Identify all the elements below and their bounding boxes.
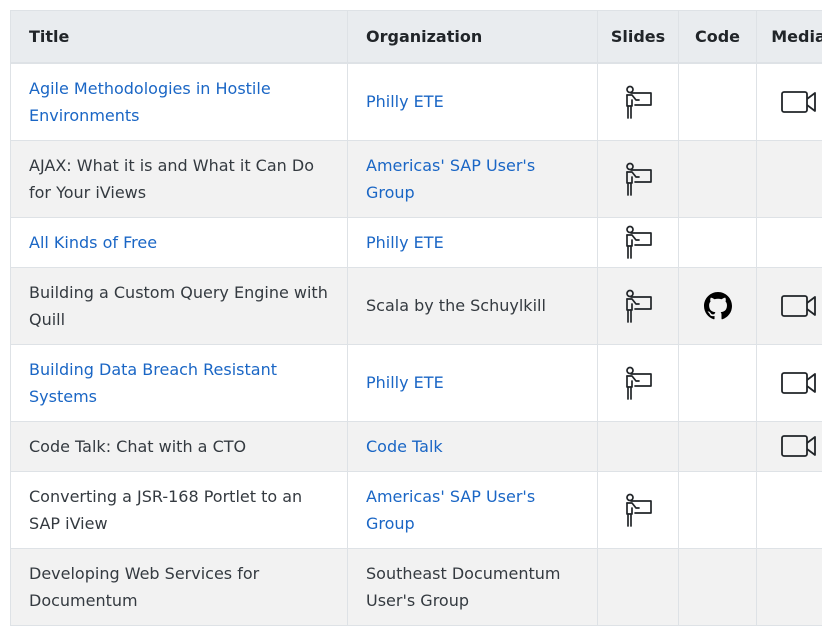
talks-page: Title Organization Slides Code Media Agi…: [0, 0, 822, 632]
media-cell: [756, 266, 822, 345]
talks-table: Title Organization Slides Code Media Agi…: [10, 10, 822, 626]
organization-cell: Code Talk: [347, 420, 598, 472]
talk-title-link[interactable]: Building Data Breach Resistant Systems: [29, 360, 277, 406]
talk-title: AJAX: What it is and What it Can Do for …: [29, 155, 314, 202]
title-cell: Building Data Breach Resistant Systems: [10, 343, 348, 422]
code-cell: [678, 470, 757, 549]
talk-title-link[interactable]: Agile Methodologies in Hostile Environme…: [29, 79, 271, 125]
title-cell: AJAX: What it is and What it Can Do for …: [10, 139, 348, 218]
slides-cell: [597, 420, 679, 472]
video-camera-icon[interactable]: [779, 88, 819, 116]
code-cell: [678, 343, 757, 422]
presentation-icon[interactable]: [620, 224, 656, 260]
talk-title: Building a Custom Query Engine with Quil…: [29, 282, 328, 329]
video-camera-icon[interactable]: [779, 292, 819, 320]
media-cell: [756, 470, 822, 549]
slides-cell: [597, 62, 679, 141]
header-media: Media: [756, 10, 822, 64]
talk-title: Developing Web Services for Documentum: [29, 563, 260, 610]
slides-cell: [597, 139, 679, 218]
slides-cell: [597, 470, 679, 549]
organization-cell: Philly ETE: [347, 62, 598, 141]
media-cell: [756, 343, 822, 422]
table-row: Code Talk: Chat with a CTO Code Talk: [10, 420, 822, 472]
organization-cell: Americas' SAP User's Group: [347, 470, 598, 549]
organization-cell: Scala by the Schuylkill: [347, 266, 598, 345]
code-cell: [678, 420, 757, 472]
table-row: Developing Web Services for Documentum So…: [10, 547, 822, 626]
talk-title-link[interactable]: All Kinds of Free: [29, 233, 157, 252]
table-body: Agile Methodologies in Hostile Environme…: [10, 62, 822, 626]
title-cell: Code Talk: Chat with a CTO: [10, 420, 348, 472]
header-title: Title: [10, 10, 348, 64]
media-cell: [756, 139, 822, 218]
video-camera-icon[interactable]: [779, 432, 819, 460]
media-cell: [756, 216, 822, 268]
table-row: AJAX: What it is and What it Can Do for …: [10, 139, 822, 218]
title-cell: Building a Custom Query Engine with Quil…: [10, 266, 348, 345]
organization-link[interactable]: Philly ETE: [366, 373, 444, 392]
github-icon[interactable]: [703, 291, 732, 320]
slides-cell: [597, 547, 679, 626]
organization-link[interactable]: Americas' SAP User's Group: [366, 156, 535, 202]
code-cell: [678, 216, 757, 268]
title-cell: Developing Web Services for Documentum: [10, 547, 348, 626]
title-cell: All Kinds of Free: [10, 216, 348, 268]
header-code: Code: [678, 10, 757, 64]
title-cell: Agile Methodologies in Hostile Environme…: [10, 62, 348, 141]
code-cell: [678, 139, 757, 218]
presentation-icon[interactable]: [620, 365, 656, 401]
media-cell: [756, 420, 822, 472]
header-organization: Organization: [347, 10, 598, 64]
talk-title: Code Talk: Chat with a CTO: [29, 436, 247, 456]
organization-cell: Philly ETE: [347, 343, 598, 422]
presentation-icon[interactable]: [620, 288, 656, 324]
organization-cell: Southeast Documentum User's Group: [347, 547, 598, 626]
organization-link[interactable]: Philly ETE: [366, 92, 444, 111]
table-row: Agile Methodologies in Hostile Environme…: [10, 62, 822, 141]
presentation-icon[interactable]: [620, 84, 656, 120]
table-row: Building a Custom Query Engine with Quil…: [10, 266, 822, 345]
video-camera-icon[interactable]: [779, 369, 819, 397]
presentation-icon[interactable]: [620, 161, 656, 197]
header-slides: Slides: [597, 10, 679, 64]
organization-cell: Philly ETE: [347, 216, 598, 268]
table-row: Converting a JSR-168 Portlet to an SAP i…: [10, 470, 822, 549]
organization-link[interactable]: Americas' SAP User's Group: [366, 487, 535, 533]
slides-cell: [597, 266, 679, 345]
talk-title: Converting a JSR-168 Portlet to an SAP i…: [29, 486, 303, 533]
organization-name: Southeast Documentum User's Group: [366, 563, 561, 610]
media-cell: [756, 62, 822, 141]
media-cell: [756, 547, 822, 626]
slides-cell: [597, 216, 679, 268]
code-cell: [678, 266, 757, 345]
table-row: Building Data Breach Resistant Systems Ph…: [10, 343, 822, 422]
code-cell: [678, 547, 757, 626]
presentation-icon[interactable]: [620, 492, 656, 528]
organization-cell: Americas' SAP User's Group: [347, 139, 598, 218]
organization-link[interactable]: Code Talk: [366, 437, 443, 456]
slides-cell: [597, 343, 679, 422]
table-row: All Kinds of Free Philly ETE: [10, 216, 822, 268]
organization-link[interactable]: Philly ETE: [366, 233, 444, 252]
title-cell: Converting a JSR-168 Portlet to an SAP i…: [10, 470, 348, 549]
table-header-row: Title Organization Slides Code Media: [10, 10, 822, 64]
code-cell: [678, 62, 757, 141]
organization-name: Scala by the Schuylkill: [366, 296, 546, 315]
